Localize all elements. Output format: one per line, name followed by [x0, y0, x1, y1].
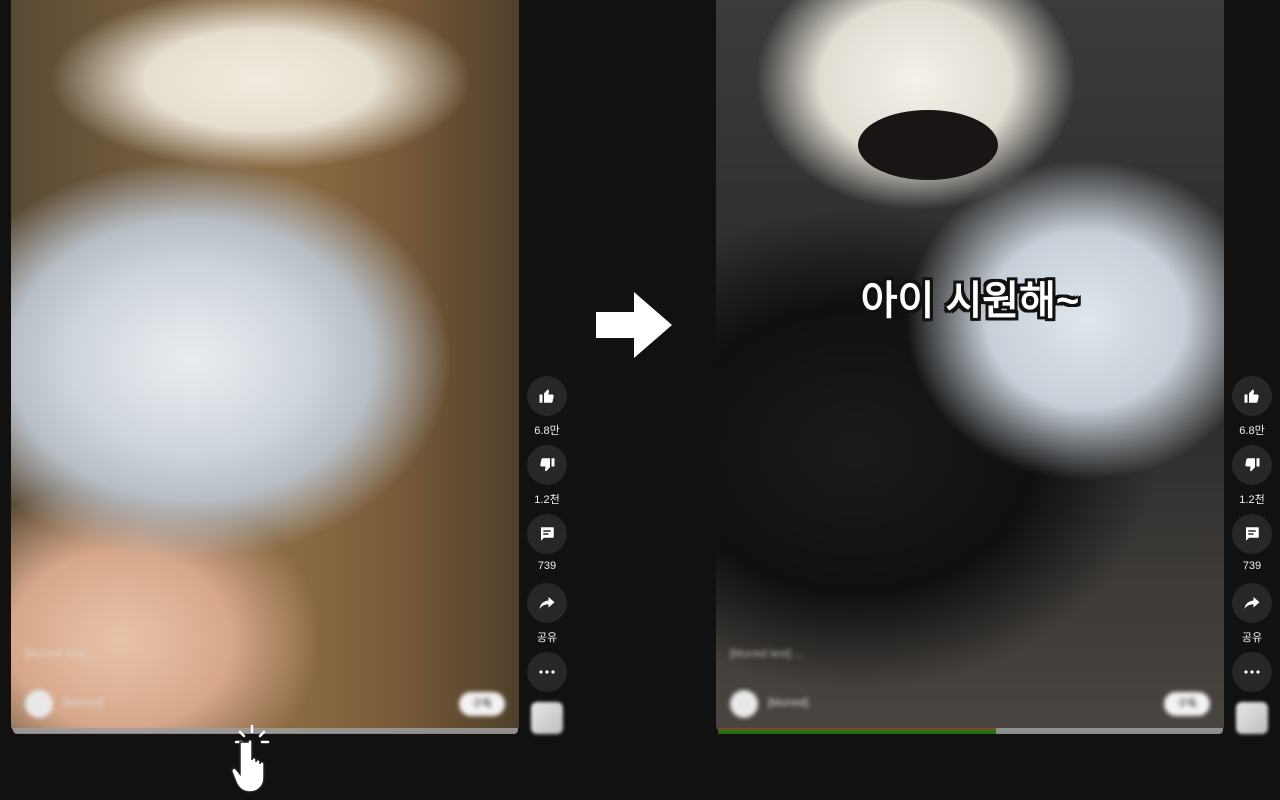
dislike-action: 1.2천	[519, 445, 575, 507]
video-overlay-caption: 아이 시원해~	[860, 279, 1080, 323]
thumb-up-icon	[539, 389, 554, 403]
comment-button[interactable]	[1232, 514, 1272, 554]
channel-avatar[interactable]	[25, 690, 53, 718]
dislike-action: 1.2천	[1224, 445, 1280, 507]
right-progress-bar[interactable]	[718, 728, 1223, 734]
channel-row: [blurred] 구독	[25, 688, 505, 722]
more-dots-icon	[1244, 670, 1260, 674]
right-video-player[interactable]: 아이 시원해~ [blurred text] ... [blurred] 구독	[716, 0, 1224, 733]
dislike-count: 1.2천	[1239, 494, 1265, 506]
share-label: 공유	[536, 632, 558, 644]
more-action	[1224, 652, 1280, 692]
comment-action: 739	[1224, 514, 1280, 572]
channel-avatar[interactable]	[730, 690, 758, 718]
more-button[interactable]	[527, 652, 567, 692]
video-description: [blurred text] ...	[25, 648, 99, 660]
like-button[interactable]	[527, 376, 567, 416]
subscribe-button[interactable]: 구독	[459, 692, 505, 716]
like-count: 6.8만	[534, 425, 560, 437]
comment-icon	[540, 527, 554, 541]
dislike-button[interactable]	[527, 445, 567, 485]
right-arrow-icon	[596, 292, 672, 358]
thumb-down-icon	[540, 458, 555, 472]
panda-nose	[858, 110, 998, 180]
pointer-hand-icon	[231, 724, 270, 793]
like-action: 6.8만	[1224, 376, 1280, 438]
comment-icon	[1245, 527, 1259, 541]
like-button[interactable]	[1232, 376, 1272, 416]
video-description: [blurred text] ...	[730, 648, 804, 660]
comment-count: 739	[1242, 560, 1262, 572]
audio-thumbnail[interactable]	[1236, 702, 1268, 734]
more-dots-icon	[539, 670, 555, 674]
thumb-down-icon	[1245, 458, 1260, 472]
left-video-player[interactable]: [blurred text] ... [blurred] 구독	[11, 0, 519, 733]
audio-thumbnail[interactable]	[531, 702, 563, 734]
like-action: 6.8만	[519, 376, 575, 438]
dislike-count: 1.2천	[534, 494, 560, 506]
share-label: 공유	[1241, 632, 1263, 644]
channel-row: [blurred] 구독	[730, 688, 1210, 722]
share-button[interactable]	[527, 583, 567, 623]
comment-button[interactable]	[527, 514, 567, 554]
share-action: 공유	[519, 583, 575, 645]
like-count: 6.8만	[1239, 425, 1265, 437]
thumb-up-icon	[1244, 389, 1259, 403]
more-button[interactable]	[1232, 652, 1272, 692]
dislike-button[interactable]	[1232, 445, 1272, 485]
share-action: 공유	[1224, 583, 1280, 645]
share-arrow-icon	[539, 597, 555, 609]
right-progress-fill	[718, 728, 996, 734]
comment-count: 739	[537, 560, 557, 572]
comment-action: 739	[519, 514, 575, 572]
share-button[interactable]	[1232, 583, 1272, 623]
subscribe-button[interactable]: 구독	[1164, 692, 1210, 716]
more-action	[519, 652, 575, 692]
channel-name[interactable]: [blurred]	[768, 697, 808, 709]
channel-name[interactable]: [blurred]	[63, 697, 103, 709]
share-arrow-icon	[1244, 597, 1260, 609]
